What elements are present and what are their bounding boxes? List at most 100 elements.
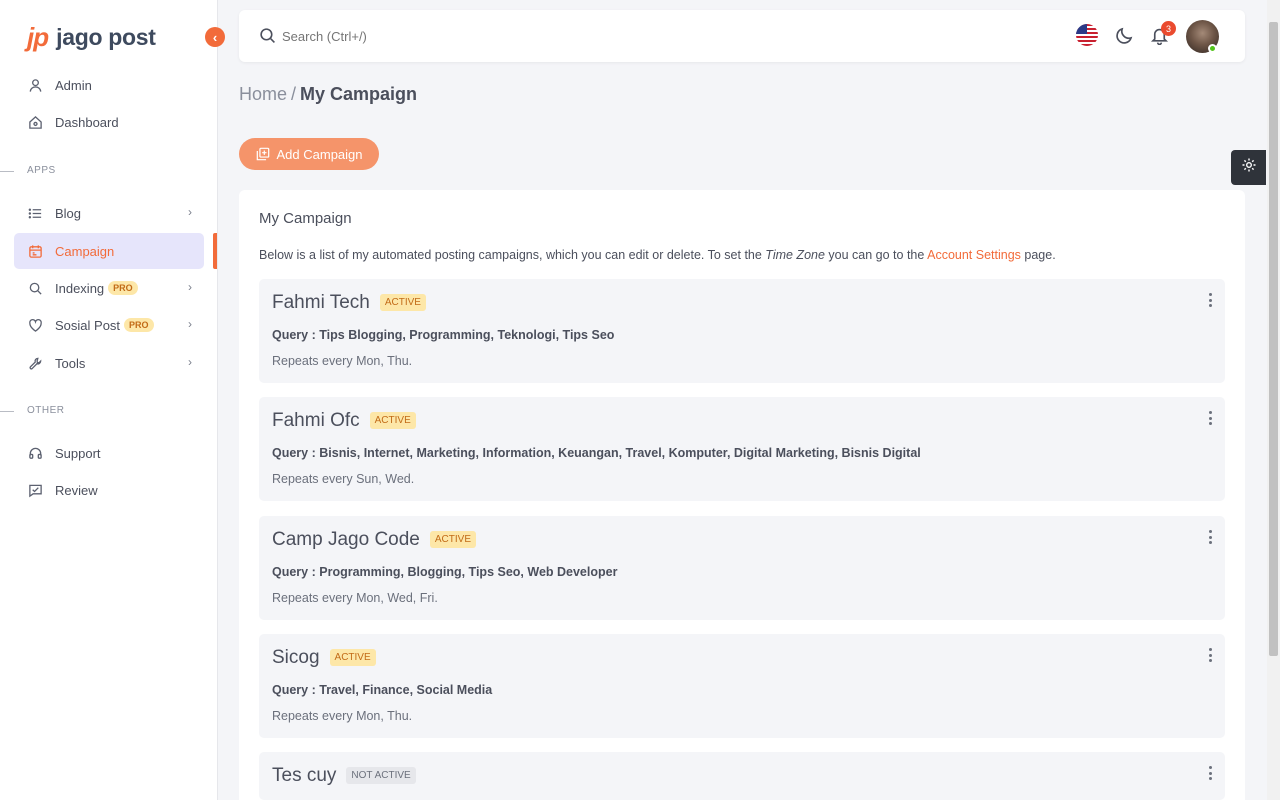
gear-icon	[1241, 157, 1257, 178]
campaign-title[interactable]: Tes cuy	[272, 765, 336, 786]
sidebar-item-indexing[interactable]: Indexing PRO ›	[14, 270, 204, 306]
home-icon	[27, 114, 43, 130]
status-badge: NOT ACTIVE	[346, 767, 416, 784]
sidebar-item-sosial-post[interactable]: Sosial Post PRO ›	[14, 307, 204, 343]
chevron-right-icon: ›	[188, 205, 192, 219]
breadcrumb-home[interactable]: Home	[239, 84, 287, 104]
search-icon	[259, 27, 276, 49]
page-scrollbar[interactable]	[1267, 0, 1280, 800]
active-indicator	[213, 233, 217, 269]
account-settings-link[interactable]: Account Settings	[927, 248, 1021, 262]
tools-icon	[27, 355, 43, 371]
online-status-dot	[1208, 44, 1217, 53]
campaign-name: Camp Jago Code ACTIVE	[272, 529, 476, 551]
campaign-repeat: Repeats every Mon, Thu.	[272, 709, 413, 723]
sidebar-item-admin[interactable]: Admin	[14, 67, 204, 103]
search-icon	[27, 280, 43, 296]
query-value: Tips Blogging, Programming, Teknologi, T…	[319, 328, 615, 342]
us-flag-icon[interactable]	[1076, 24, 1098, 46]
card-title: My Campaign	[259, 210, 352, 227]
campaign-query: Query : Bisnis, Internet, Marketing, Inf…	[272, 446, 921, 460]
section-divider	[0, 411, 14, 412]
campaign-item: Fahmi Tech ACTIVE Query : Tips Blogging, …	[259, 279, 1225, 383]
campaign-title[interactable]: Fahmi Tech	[272, 292, 370, 313]
status-badge: ACTIVE	[379, 294, 426, 311]
add-copy-icon	[256, 147, 270, 161]
collapse-sidebar-button[interactable]: ‹	[205, 27, 225, 47]
more-options-icon[interactable]	[1207, 530, 1213, 544]
query-value: Bisnis, Internet, Marketing, Information…	[319, 446, 921, 460]
campaign-query: Query : Tips Blogging, Programming, Tekn…	[272, 328, 614, 342]
sidebar-item-label: Indexing	[55, 280, 105, 296]
status-badge: ACTIVE	[429, 531, 476, 548]
calendar-icon	[27, 243, 43, 259]
more-options-icon[interactable]	[1207, 648, 1213, 662]
sidebar-item-review[interactable]: Review	[14, 472, 204, 508]
breadcrumb: Home / My Campaign	[239, 84, 417, 105]
user-icon	[27, 77, 43, 93]
status-badge: ACTIVE	[329, 649, 376, 666]
campaign-repeat: Repeats every Mon, Thu.	[272, 354, 413, 368]
chevron-right-icon: ›	[188, 280, 192, 294]
campaign-name: Fahmi Tech ACTIVE	[272, 292, 426, 314]
sidebar-item-blog[interactable]: Blog ›	[14, 195, 204, 231]
desc-emphasis: Time Zone	[765, 248, 825, 262]
campaign-name: Fahmi Ofc ACTIVE	[272, 410, 416, 432]
sidebar: jp jago post Admin Dashboard APPS Blog ›…	[0, 0, 218, 800]
card-description: Below is a list of my automated posting …	[259, 248, 1056, 262]
add-campaign-button[interactable]: Add Campaign	[239, 138, 379, 170]
campaign-title[interactable]: Fahmi Ofc	[272, 410, 360, 431]
query-label: Query :	[272, 683, 320, 697]
sidebar-item-dashboard[interactable]: Dashboard	[14, 104, 204, 140]
section-label-other: OTHER	[27, 405, 65, 416]
campaign-title[interactable]: Camp Jago Code	[272, 529, 420, 550]
campaign-name: Tes cuy NOT ACTIVE	[272, 765, 416, 787]
query-label: Query :	[272, 565, 320, 579]
status-badge: ACTIVE	[369, 412, 416, 429]
campaign-name: Sicog ACTIVE	[272, 647, 376, 669]
campaign-item: Sicog ACTIVE Query : Travel, Finance, Soc…	[259, 634, 1225, 738]
chat-icon	[27, 482, 43, 498]
desc-text: you can go to the	[824, 248, 928, 262]
query-value: Programming, Blogging, Tips Seo, Web Dev…	[319, 565, 618, 579]
sidebar-item-label: Campaign	[55, 243, 115, 259]
more-options-icon[interactable]	[1207, 411, 1213, 425]
more-options-icon[interactable]	[1207, 293, 1213, 307]
heart-icon	[27, 317, 43, 333]
sidebar-item-label: Sosial Post	[55, 317, 121, 333]
add-campaign-label: Add Campaign	[276, 146, 363, 162]
campaign-title[interactable]: Sicog	[272, 647, 320, 668]
more-options-icon[interactable]	[1207, 766, 1213, 780]
headset-icon	[27, 445, 43, 461]
desc-text: Below is a list of my automated posting …	[259, 248, 766, 262]
desc-text: page.	[1020, 248, 1056, 262]
sidebar-item-label: Support	[55, 445, 101, 461]
campaign-repeat: Repeats every Sun, Wed.	[272, 472, 415, 486]
campaign-item: Camp Jago Code ACTIVE Query : Programming…	[259, 516, 1225, 620]
topbar: 3	[239, 10, 1245, 62]
sidebar-item-label: Blog	[55, 205, 82, 221]
logo-mark: jp	[27, 22, 49, 52]
search-input[interactable]	[282, 24, 682, 48]
sidebar-item-label: Tools	[55, 355, 86, 371]
campaign-repeat: Repeats every Mon, Wed, Fri.	[272, 591, 438, 605]
pro-badge: PRO	[108, 281, 138, 295]
app-logo[interactable]: jp jago post	[27, 22, 156, 53]
section-label-apps: APPS	[27, 165, 56, 176]
chevron-right-icon: ›	[188, 317, 192, 331]
query-label: Query :	[272, 446, 320, 460]
sidebar-item-support[interactable]: Support	[14, 435, 204, 471]
sidebar-item-campaign[interactable]: Campaign	[14, 233, 204, 269]
customizer-settings-button[interactable]	[1231, 150, 1266, 185]
list-icon	[27, 205, 43, 221]
sidebar-item-label: Review	[55, 482, 98, 498]
sidebar-item-label: Admin	[55, 77, 92, 93]
campaign-query: Query : Programming, Blogging, Tips Seo,…	[272, 565, 617, 579]
logo-text: jago post	[56, 24, 156, 50]
sidebar-item-tools[interactable]: Tools ›	[14, 345, 204, 381]
moon-icon[interactable]	[1115, 26, 1134, 50]
campaign-item: Fahmi Ofc ACTIVE Query : Bisnis, Internet…	[259, 397, 1225, 501]
section-divider	[0, 171, 14, 172]
campaign-card: My Campaign Below is a list of my automa…	[239, 190, 1245, 800]
scrollbar-thumb[interactable]	[1269, 22, 1278, 656]
